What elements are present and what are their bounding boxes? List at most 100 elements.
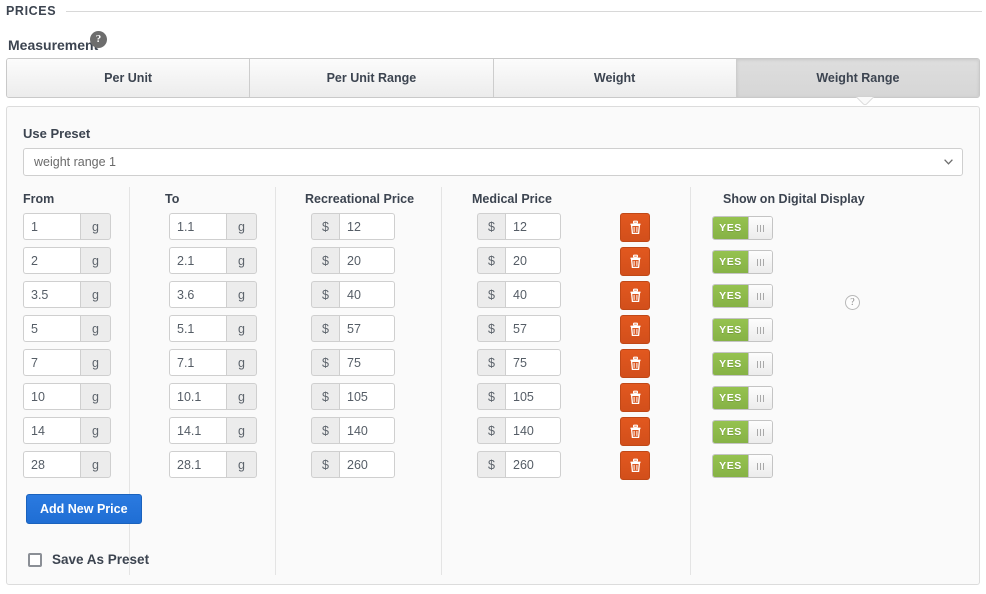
weight-range-panel: Use Preset weight range 1 From To Recrea… [6,106,980,585]
from-input[interactable] [23,417,80,444]
delete-row-button[interactable] [620,281,650,310]
save-as-preset-row: Save As Preset [28,552,149,567]
to-input[interactable] [169,451,226,478]
from-input[interactable] [23,349,80,376]
tab-label: Weight Range [816,71,900,85]
show-on-digital-display-toggle[interactable]: YES [712,420,773,444]
currency-addon: $ [477,383,505,410]
from-input[interactable] [23,451,80,478]
show-on-digital-display-toggle[interactable]: YES [712,386,773,410]
currency-addon: $ [477,417,505,444]
delete-row-button[interactable] [620,213,650,242]
from-input-group: g [23,451,111,478]
gram-unit-addon: g [226,383,257,410]
from-input[interactable] [23,247,80,274]
medical-price-input[interactable] [505,349,561,376]
delete-row-button[interactable] [620,383,650,412]
currency-addon: $ [311,349,339,376]
delete-row-button[interactable] [620,349,650,378]
medical-price-input[interactable] [505,383,561,410]
to-input[interactable] [169,383,226,410]
tab-label: Weight [593,71,636,85]
from-input-group: g [23,315,111,342]
table-row: g g $ $ YES [7,451,981,485]
from-input-group: g [23,383,111,410]
from-input[interactable] [23,315,80,342]
from-input[interactable] [23,213,80,240]
question-mark-icon[interactable]: ? [90,31,107,48]
from-input-group: g [23,349,111,376]
recreational-price-input[interactable] [339,383,395,410]
medical-price-input-group: $ [477,315,561,342]
currency-addon: $ [311,383,339,410]
show-on-digital-display-toggle[interactable]: YES [712,250,773,274]
medical-price-input[interactable] [505,281,561,308]
medical-price-input-group: $ [477,349,561,376]
medical-price-input-group: $ [477,383,561,410]
medical-price-input[interactable] [505,213,561,240]
save-as-preset-checkbox[interactable] [28,552,42,567]
delete-row-button[interactable] [620,417,650,446]
to-input[interactable] [169,417,226,444]
table-row: g g $ $ YES [7,417,981,451]
medical-price-input[interactable] [505,417,561,444]
show-on-digital-display-toggle[interactable]: YES [712,216,773,240]
trash-icon [630,458,640,473]
currency-addon: $ [477,247,505,274]
currency-addon: $ [477,213,505,240]
gram-unit-addon: g [226,349,257,376]
toggle-on-label: YES [713,251,748,273]
measurement-tabs: Per Unit Per Unit Range Weight Weight Ra… [6,58,980,98]
medical-price-input-group: $ [477,281,561,308]
add-new-price-button[interactable]: Add New Price [26,494,142,524]
show-on-digital-display-toggle[interactable]: YES [712,454,773,478]
currency-addon: $ [477,451,505,478]
recreational-price-input-group: $ [311,451,395,478]
show-on-digital-display-toggle[interactable]: YES [712,352,773,376]
from-input[interactable] [23,281,80,308]
recreational-price-input[interactable] [339,213,395,240]
to-input[interactable] [169,213,226,240]
medical-price-input[interactable] [505,451,561,478]
recreational-price-input[interactable] [339,417,395,444]
recreational-price-input[interactable] [339,315,395,342]
column-header-from: From [23,192,55,206]
currency-addon: $ [477,281,505,308]
to-input[interactable] [169,315,226,342]
page-title: PRICES [6,4,57,18]
to-input-group: g [169,349,257,376]
currency-addon: $ [477,349,505,376]
save-as-preset-label: Save As Preset [52,552,150,567]
gram-unit-addon: g [80,451,111,478]
medical-price-input-group: $ [477,451,561,478]
medical-price-input[interactable] [505,247,561,274]
tab-per-unit[interactable]: Per Unit [7,59,251,97]
recreational-price-input[interactable] [339,281,395,308]
recreational-price-input[interactable] [339,451,395,478]
gram-unit-addon: g [80,213,111,240]
delete-row-button[interactable] [620,451,650,480]
section-header: PRICES [0,0,986,22]
show-on-digital-display-toggle[interactable]: YES [712,284,773,308]
preset-select[interactable]: weight range 1 [23,148,963,176]
from-input[interactable] [23,383,80,410]
medical-price-input[interactable] [505,315,561,342]
tab-label: Per Unit Range [326,71,417,85]
gram-unit-addon: g [80,315,111,342]
from-input-group: g [23,417,111,444]
tab-weight[interactable]: Weight [493,59,737,97]
delete-row-button[interactable] [620,315,650,344]
toggle-on-label: YES [713,217,748,239]
recreational-price-input[interactable] [339,349,395,376]
to-input[interactable] [169,281,226,308]
to-input[interactable] [169,247,226,274]
show-on-digital-display-toggle[interactable]: YES [712,318,773,342]
to-input[interactable] [169,349,226,376]
trash-icon [630,220,640,235]
tab-per-unit-range[interactable]: Per Unit Range [250,59,494,97]
recreational-price-input[interactable] [339,247,395,274]
from-input-group: g [23,247,111,274]
recreational-price-input-group: $ [311,213,395,240]
tab-weight-range[interactable]: Weight Range [736,59,979,97]
delete-row-button[interactable] [620,247,650,276]
